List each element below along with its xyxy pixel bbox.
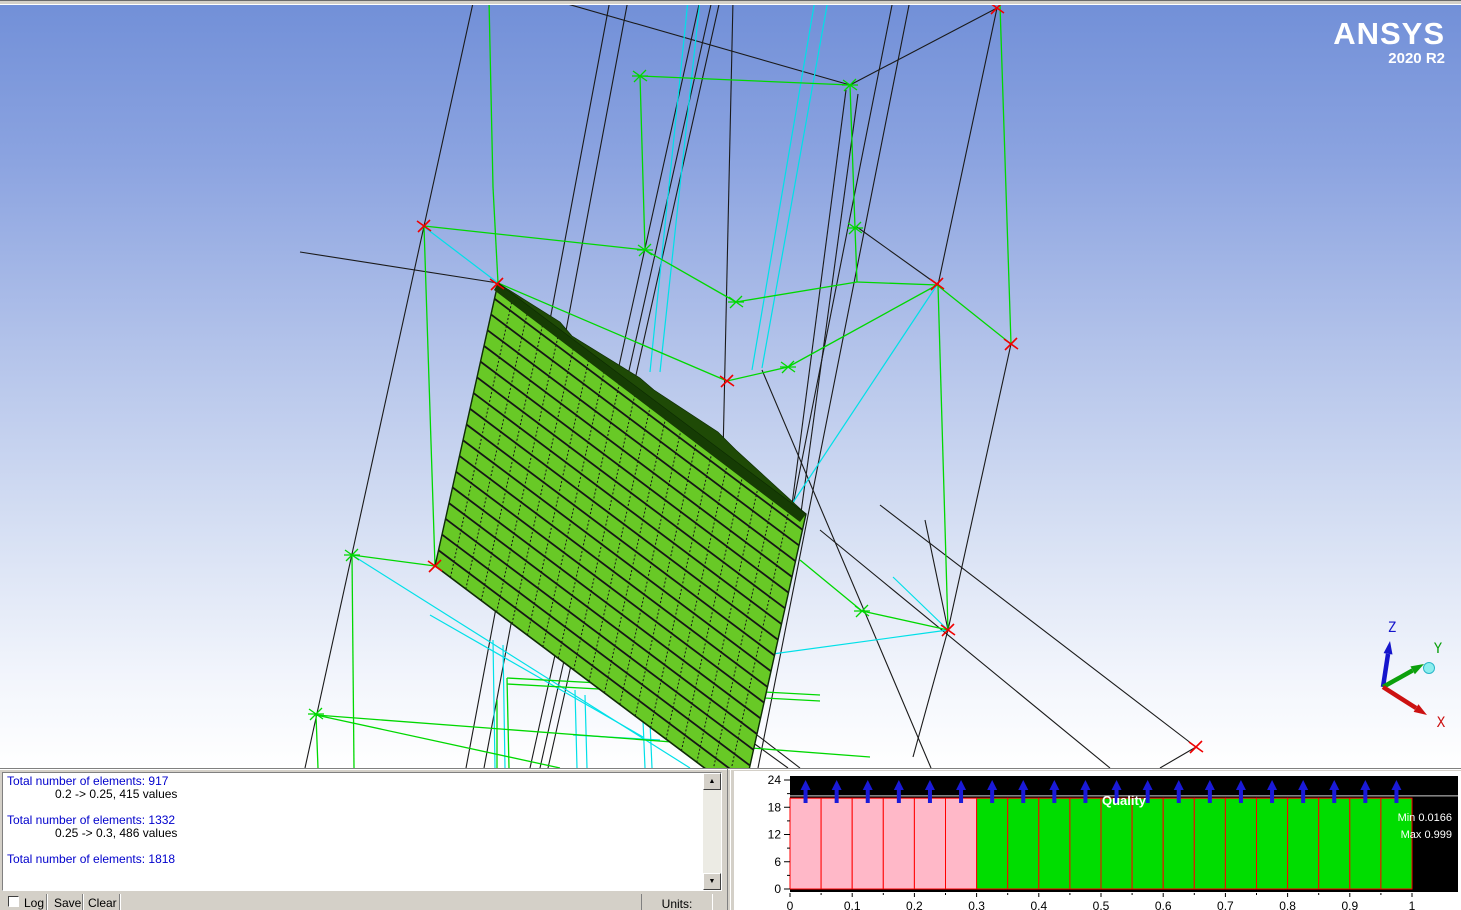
x-tick-label: 0.8 bbox=[1279, 899, 1296, 910]
quality-histogram-panel: Quality Min 0.0166 Max 0.999 0 6 12 18 24 0 0.1 0.… bbox=[734, 771, 1461, 910]
ansys-meshing-window: Z Y X ANSYS 2020 R2 Total number of elemen… bbox=[0, 0, 1461, 910]
histogram-bar[interactable] bbox=[1319, 798, 1350, 889]
save-button[interactable]: Save bbox=[54, 896, 81, 910]
bottom-panel: Total number of elements: 9170.2 -> 0.25… bbox=[0, 768, 1461, 910]
histogram-bar[interactable] bbox=[946, 798, 977, 889]
panel-splitter[interactable] bbox=[727, 769, 731, 910]
histogram-bar[interactable] bbox=[852, 798, 883, 889]
x-tick-label: 0.2 bbox=[906, 899, 923, 910]
log-line-elements-total: Total number of elements: 1818 bbox=[7, 853, 699, 866]
triad-axis-label-z: Z bbox=[1388, 620, 1396, 636]
histogram-bar[interactable] bbox=[1194, 798, 1225, 889]
histogram-bar[interactable] bbox=[883, 798, 914, 889]
histogram-title: Quality bbox=[1102, 793, 1147, 808]
x-tick-label: 0.3 bbox=[968, 899, 985, 910]
meshed-plate[interactable] bbox=[435, 283, 806, 768]
y-axis-ticks bbox=[784, 780, 790, 889]
x-axis-ticks bbox=[790, 893, 1412, 897]
ansys-release-text: 2020 R2 bbox=[1333, 50, 1445, 67]
log-line-range-detail: 0.2 -> 0.25, 415 values bbox=[7, 788, 699, 801]
log-checkbox-label[interactable]: Log bbox=[24, 896, 44, 910]
x-tick-label: 0 bbox=[787, 899, 794, 910]
histogram-bar[interactable] bbox=[821, 798, 852, 889]
message-log-panel: Total number of elements: 9170.2 -> 0.25… bbox=[2, 772, 722, 891]
scroll-up-button[interactable]: ▲ bbox=[703, 773, 721, 790]
toolbar-separator bbox=[119, 894, 121, 910]
toolbar-separator bbox=[46, 894, 48, 910]
triad-iso-sphere[interactable] bbox=[1424, 663, 1435, 674]
histogram-bar[interactable] bbox=[1225, 798, 1256, 889]
ansys-logo: ANSYS 2020 R2 bbox=[1333, 19, 1445, 67]
scroll-down-button[interactable]: ▼ bbox=[703, 873, 721, 890]
toolbar-separator bbox=[82, 894, 84, 910]
triad-axis-label-y: Y bbox=[1434, 641, 1443, 657]
histogram-bar[interactable] bbox=[1163, 798, 1194, 889]
message-list: Total number of elements: 9170.2 -> 0.25… bbox=[7, 775, 699, 866]
x-tick-label: 1 bbox=[1409, 899, 1416, 910]
x-tick-label: 0.9 bbox=[1341, 899, 1358, 910]
histogram-bar[interactable] bbox=[1257, 798, 1288, 889]
message-scrollbar[interactable]: ▲ ▼ bbox=[703, 773, 721, 890]
histogram-bar[interactable] bbox=[1101, 798, 1132, 889]
histogram-min-label: Min 0.0166 bbox=[1398, 812, 1452, 824]
histogram-bar[interactable] bbox=[977, 798, 1008, 889]
y-tick-label: 12 bbox=[768, 828, 782, 842]
histogram-bar[interactable] bbox=[790, 798, 821, 889]
quality-histogram[interactable]: Quality Min 0.0166 Max 0.999 0 6 12 18 24 0 0.1 0.… bbox=[734, 771, 1461, 910]
histogram-bar[interactable] bbox=[1350, 798, 1381, 889]
histogram-bar[interactable] bbox=[1288, 798, 1319, 889]
x-tick-label: 0.7 bbox=[1217, 899, 1234, 910]
x-tick-label: 0.6 bbox=[1155, 899, 1172, 910]
histogram-bar[interactable] bbox=[1132, 798, 1163, 889]
histogram-bar[interactable] bbox=[1039, 798, 1070, 889]
log-checkbox[interactable] bbox=[8, 896, 19, 907]
y-tick-label: 6 bbox=[774, 855, 781, 869]
message-toolbar: Log Save Clear Units: meters bbox=[0, 894, 726, 910]
graphics-viewport-3d[interactable]: Z Y X ANSYS 2020 R2 bbox=[0, 5, 1461, 768]
ansys-brand-text: ANSYS bbox=[1333, 19, 1445, 49]
units-status: Units: meters bbox=[641, 894, 713, 910]
histogram-bars[interactable] bbox=[790, 798, 1412, 889]
histogram-max-label: Max 0.999 bbox=[1401, 829, 1452, 841]
x-tick-label: 0.4 bbox=[1030, 899, 1047, 910]
y-tick-label: 0 bbox=[774, 882, 781, 896]
mesh-scene-canvas[interactable]: Z Y X bbox=[0, 5, 1461, 768]
histogram-bar[interactable] bbox=[1008, 798, 1039, 889]
histogram-bar[interactable] bbox=[914, 798, 945, 889]
log-line-range-detail: 0.25 -> 0.3, 486 values bbox=[7, 827, 699, 840]
orientation-triad[interactable]: Z Y X bbox=[1383, 620, 1446, 731]
x-tick-label: 0.1 bbox=[844, 899, 861, 910]
x-tick-label: 0.5 bbox=[1093, 899, 1110, 910]
histogram-bar[interactable] bbox=[1070, 798, 1101, 889]
triad-axis-label-x: X bbox=[1437, 715, 1446, 731]
y-tick-label: 18 bbox=[768, 800, 782, 814]
y-tick-label: 24 bbox=[768, 773, 782, 787]
clear-button[interactable]: Clear bbox=[88, 896, 117, 910]
